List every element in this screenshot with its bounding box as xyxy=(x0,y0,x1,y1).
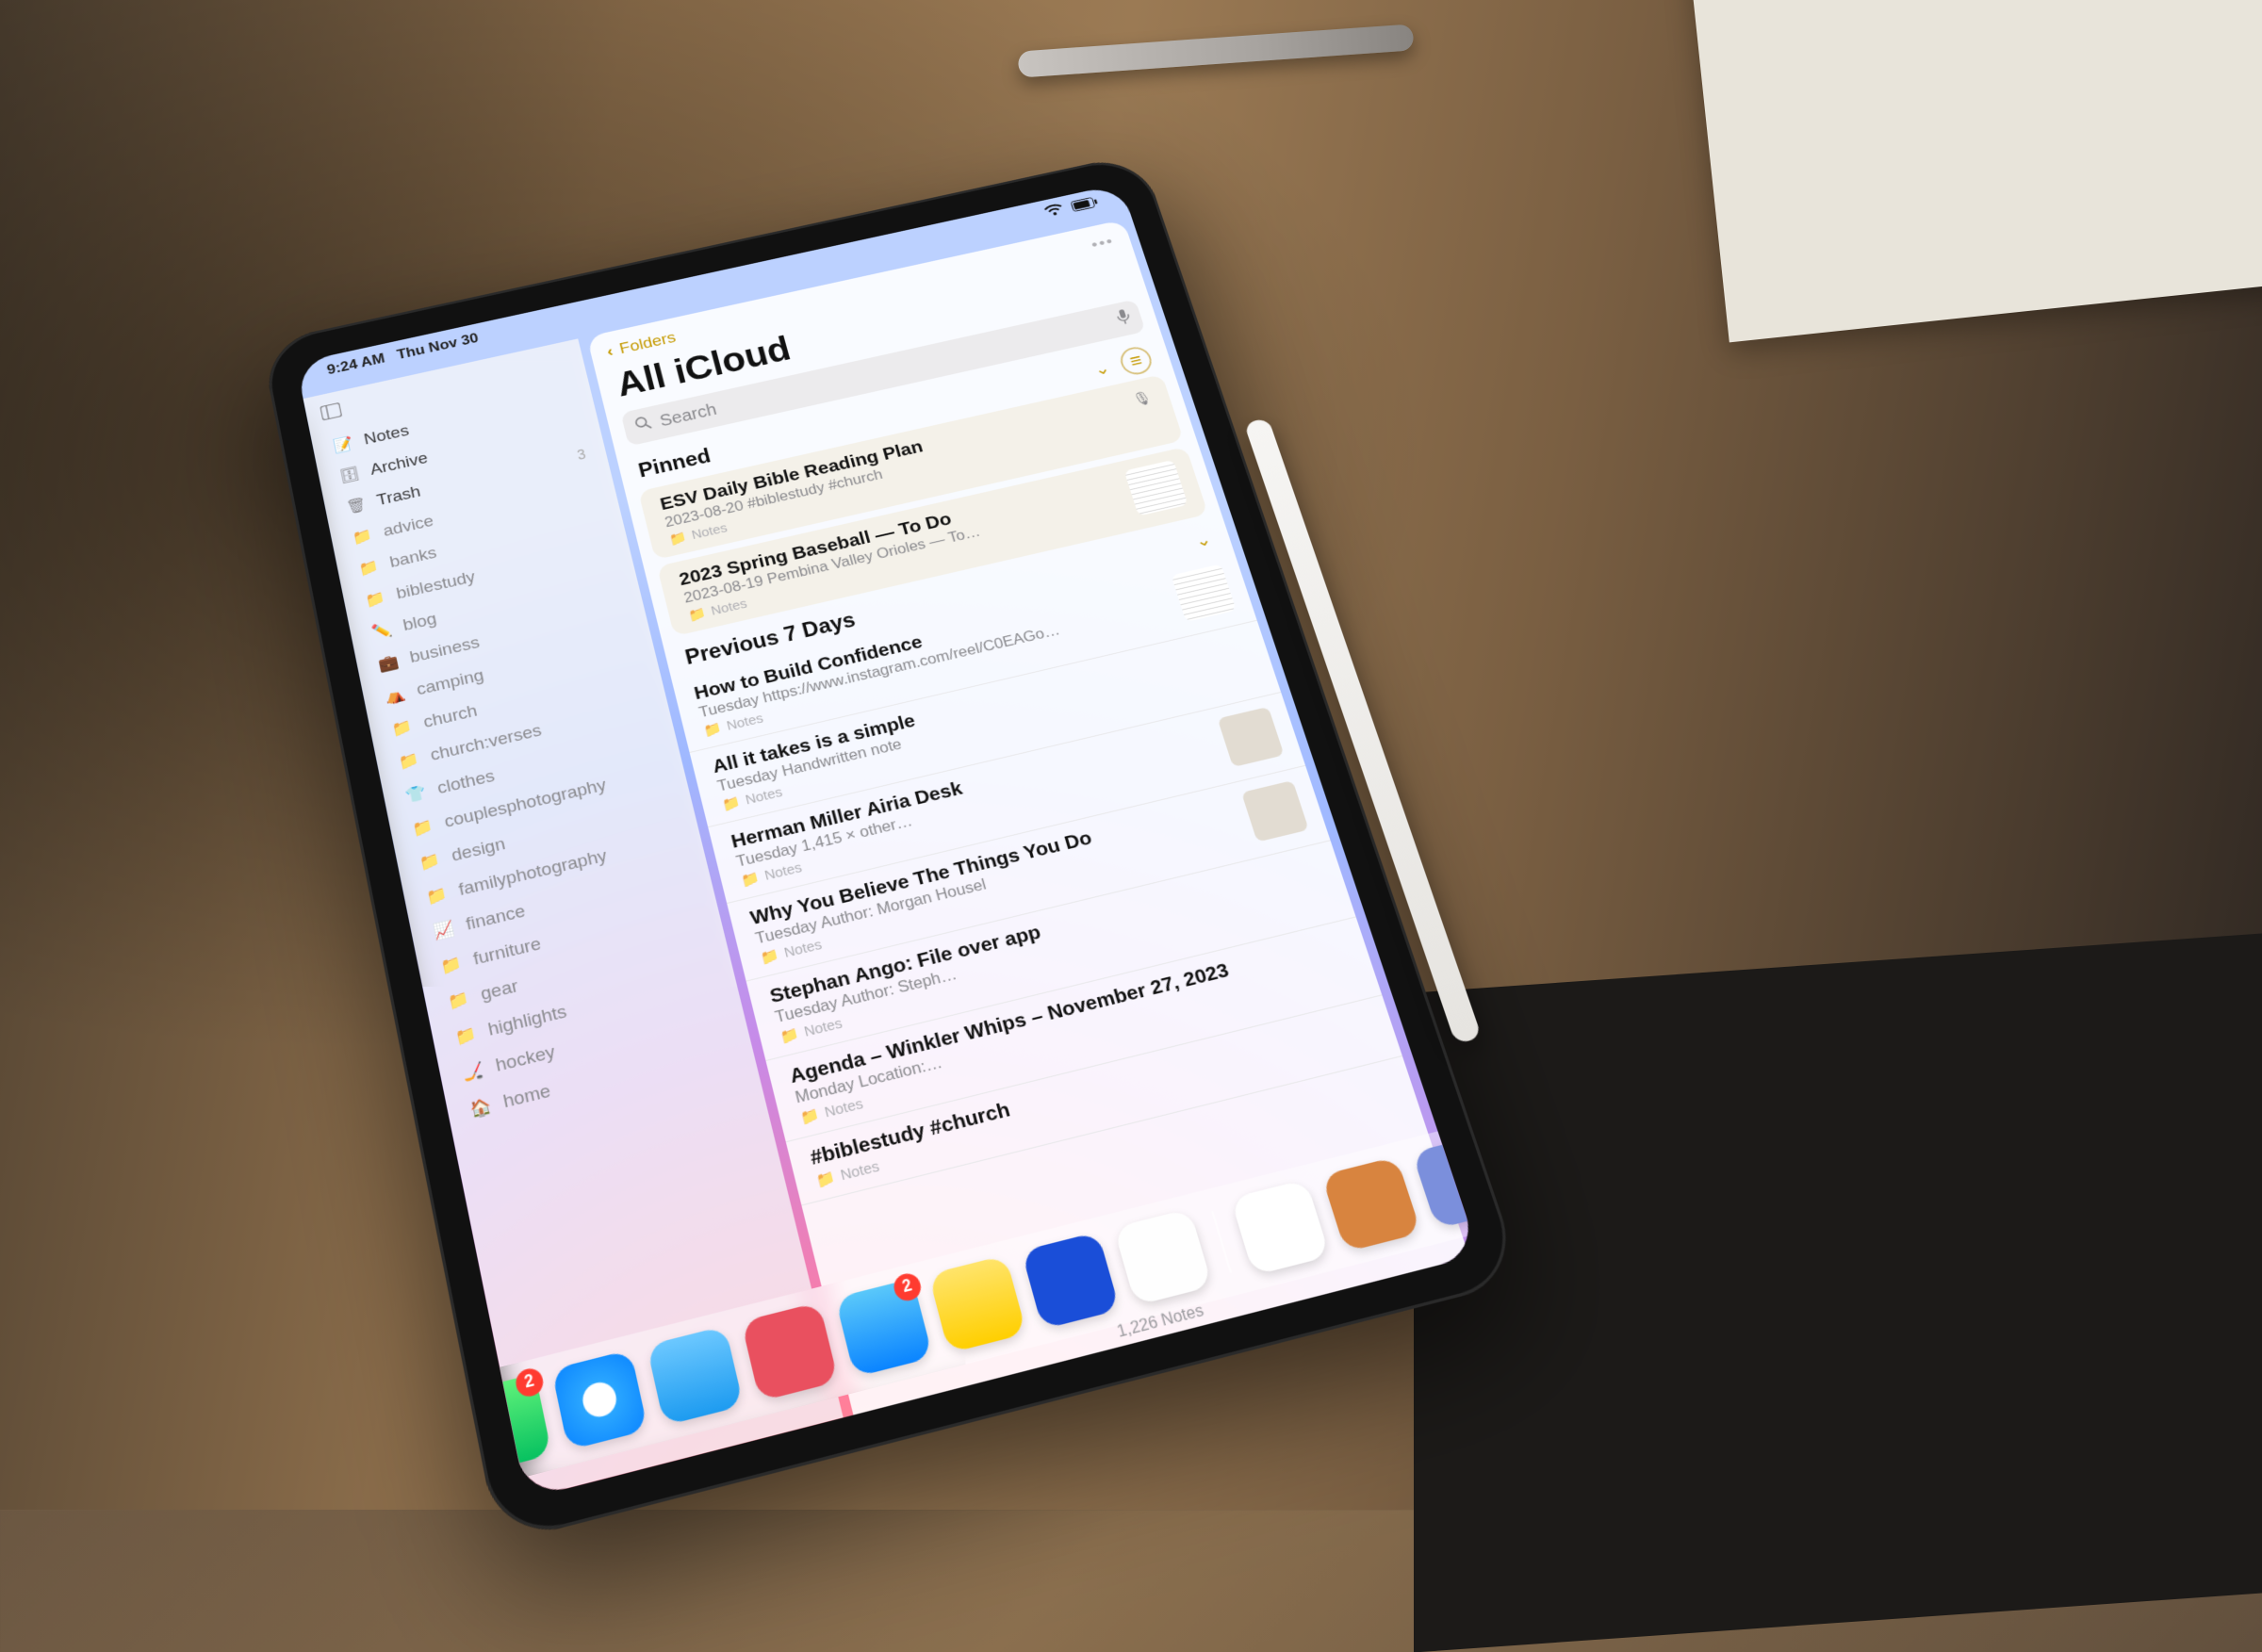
dock-badge: 2 xyxy=(891,1271,924,1304)
folder-icon: 📁 xyxy=(687,605,708,624)
sidebar-item-label: design xyxy=(450,835,507,867)
dock-app-1password[interactable] xyxy=(1021,1232,1120,1330)
puck-icon: 🏒 xyxy=(461,1060,486,1085)
battery-icon xyxy=(1070,195,1100,216)
more-options-icon[interactable]: ••• xyxy=(1090,234,1117,255)
sidebar-item-label: home xyxy=(501,1081,552,1113)
folder-icon: 📁 xyxy=(759,946,780,967)
sidebar-item-label: blog xyxy=(402,610,438,635)
paper-notebook-prop xyxy=(1688,0,2262,342)
folder-icon: 📁 xyxy=(798,1105,821,1127)
briefcase-icon: 💼 xyxy=(377,652,401,674)
sidebar-item-label: Trash xyxy=(375,483,422,510)
sidebar-item-count: 3 xyxy=(576,448,587,464)
dock-app-files[interactable] xyxy=(1113,1208,1212,1305)
folder-icon: 📁 xyxy=(390,717,415,739)
folder-icon: 📁 xyxy=(814,1168,837,1189)
chart-icon: 📈 xyxy=(432,919,456,942)
tent-icon: ⛺ xyxy=(384,685,407,707)
back-chevron-icon[interactable]: ‹ xyxy=(605,343,615,361)
sidebar-toggle-icon[interactable] xyxy=(320,402,343,426)
dock-badge: 2 xyxy=(514,1366,546,1399)
search-placeholder: Search xyxy=(658,401,719,431)
note-icon: 📝 xyxy=(332,435,354,455)
collapse-recent-icon[interactable]: ⌄ xyxy=(1192,528,1214,551)
sidebar-item-label: clothes xyxy=(435,767,496,799)
folder-icon: 📁 xyxy=(702,720,724,740)
folder-icon: 📁 xyxy=(453,1024,479,1048)
wifi-icon xyxy=(1042,203,1066,222)
dock-app-app-misc-b[interactable] xyxy=(1412,1134,1480,1229)
dock-app-things[interactable] xyxy=(928,1255,1026,1353)
sidebar-item-label: banks xyxy=(388,544,438,572)
folder-icon: 📁 xyxy=(364,589,387,610)
shirt-icon: 👕 xyxy=(404,783,429,806)
trash-icon: 🗑 xyxy=(345,496,369,516)
folder-icon: 📁 xyxy=(397,750,421,773)
folder-icon: 📁 xyxy=(411,817,435,840)
sidebar-item-label: advice xyxy=(382,513,435,542)
folder-icon: 📁 xyxy=(418,851,442,874)
dock-app-telegram[interactable]: 2 xyxy=(835,1279,933,1378)
folder-icon: 📁 xyxy=(446,989,471,1012)
home-icon: 🏠 xyxy=(468,1096,494,1120)
sidebar-item-label: hockey xyxy=(494,1042,557,1077)
folder-icon: 📁 xyxy=(357,558,381,579)
dock-app-app-misc-a[interactable] xyxy=(1321,1156,1421,1252)
dock-separator xyxy=(1211,1211,1232,1273)
archive-icon: 🗄 xyxy=(338,466,362,486)
sidebar-item-label: gear xyxy=(479,976,520,1006)
folder-icon: 📁 xyxy=(720,793,742,813)
folder-icon: 📁 xyxy=(425,885,450,908)
folder-icon: 📁 xyxy=(779,1024,801,1046)
pencil-icon: ✏️ xyxy=(370,621,394,643)
folder-icon: 📁 xyxy=(351,527,374,548)
folder-icon: 📁 xyxy=(739,869,761,890)
sidebar-item-label: church xyxy=(422,702,480,733)
folder-icon: 📁 xyxy=(667,529,688,548)
folder-icon: 📁 xyxy=(439,954,465,977)
dock-app-drafts[interactable] xyxy=(741,1302,839,1402)
view-options-icon[interactable]: ≡ xyxy=(1117,344,1155,377)
search-icon xyxy=(633,415,654,437)
dock-app-mail[interactable] xyxy=(647,1326,744,1426)
sidebar-item-label: Notes xyxy=(363,422,411,450)
dictation-icon[interactable] xyxy=(1115,307,1134,330)
dock-app-safari[interactable] xyxy=(551,1349,648,1450)
collapse-pinned-icon[interactable]: ⌄ xyxy=(1091,357,1112,380)
dock-app-craft[interactable] xyxy=(1230,1179,1330,1275)
